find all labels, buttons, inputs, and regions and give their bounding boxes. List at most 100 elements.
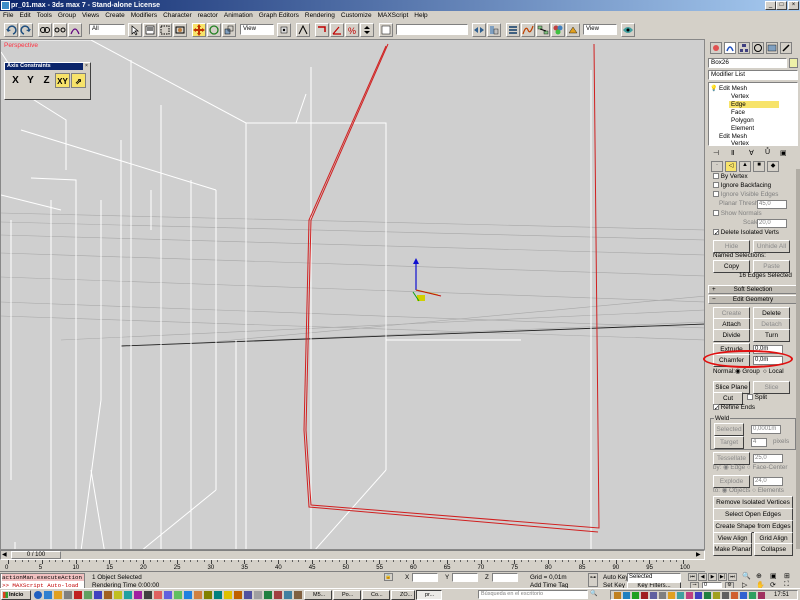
quick-launch-app14-icon[interactable] <box>194 591 202 599</box>
sub-object-edge-icon[interactable]: ◁ <box>725 161 737 172</box>
utilities-tab-icon[interactable] <box>780 42 792 54</box>
quick-launch-ie-icon[interactable] <box>34 591 42 599</box>
selection-filter-dropdown[interactable]: All <box>89 24 125 35</box>
axis-xy-flyout-icon[interactable]: ⇗ <box>71 73 86 88</box>
time-slider-thumb[interactable]: 0 / 100 <box>11 551 61 559</box>
axis-constraints-title[interactable]: Axis Constraints <box>5 63 90 70</box>
command-panel-scrollbar[interactable] <box>796 169 800 549</box>
lock-selection-icon[interactable]: 🔒 <box>384 573 393 581</box>
time-slider[interactable]: ◀ 0 / 100 ▶ <box>0 550 705 560</box>
quick-launch-app9-icon[interactable] <box>144 591 152 599</box>
object-name-field[interactable]: Box26 <box>708 58 787 68</box>
quick-launch-app4-icon[interactable] <box>94 591 102 599</box>
axis-constraints-close-icon[interactable]: × <box>83 63 90 70</box>
turn-button[interactable]: Turn <box>753 329 790 342</box>
quick-launch-app10-icon[interactable] <box>154 591 162 599</box>
quick-launch-app7-icon[interactable] <box>124 591 132 599</box>
quick-launch-app18-icon[interactable] <box>234 591 242 599</box>
by-vertex-checkbox[interactable]: By Vertex <box>713 173 748 180</box>
maxscript-listener[interactable]: actionMan.executeAction >> MAXScript Aut… <box>0 573 85 589</box>
select-by-name-icon[interactable] <box>143 23 157 37</box>
percent-snap-icon[interactable]: % <box>345 23 359 37</box>
go-to-start-icon[interactable]: ⏮ <box>688 573 697 581</box>
maximize-button[interactable]: □ <box>776 1 787 10</box>
stack-item-edit-mesh-2[interactable]: Edit Mesh <box>719 133 747 140</box>
quick-launch-app15-icon[interactable] <box>204 591 212 599</box>
soft-selection-rollout[interactable]: + Soft Selection <box>708 285 798 294</box>
scale-spinner[interactable]: 20,0 <box>757 219 787 228</box>
group-radio[interactable]: ◉ Group <box>735 368 760 375</box>
tray-icon-3[interactable] <box>632 592 639 599</box>
quick-launch-desktop-icon[interactable] <box>44 591 52 599</box>
menu-reactor[interactable]: reactor <box>195 11 221 21</box>
quick-launch-app17-icon[interactable] <box>224 591 232 599</box>
menu-tools[interactable]: Tools <box>34 11 55 21</box>
tray-icon-5[interactable] <box>650 592 657 599</box>
quick-launch-app5-icon[interactable] <box>104 591 112 599</box>
ref-coord-dropdown[interactable]: View <box>240 24 274 35</box>
perspective-viewport[interactable]: Perspective Axis Constraints × X Y Z XY … <box>0 39 705 550</box>
quick-launch-app19-icon[interactable] <box>244 591 252 599</box>
menu-modifiers[interactable]: Modifiers <box>128 11 160 21</box>
search-icon[interactable]: 🔍 <box>590 590 600 599</box>
tray-icon-7[interactable] <box>668 592 675 599</box>
material-editor-icon[interactable] <box>551 23 565 37</box>
quick-launch-app3-icon[interactable] <box>84 591 92 599</box>
task-zo[interactable]: ZO... <box>391 590 415 600</box>
prev-frame-icon[interactable]: ◀ <box>698 573 707 581</box>
axis-y-button[interactable]: Y <box>23 73 38 88</box>
radio-face-center-icon[interactable]: ○ <box>747 464 751 471</box>
pivot-center-icon[interactable] <box>277 23 291 37</box>
make-unique-icon[interactable]: ∀ <box>749 149 754 157</box>
refine-ends-checkbox[interactable]: ✓ Refine Ends <box>713 404 755 412</box>
minimize-button[interactable]: _ <box>765 1 776 10</box>
axis-z-button[interactable]: Z <box>39 73 54 88</box>
quick-launch-media-icon[interactable] <box>54 591 62 599</box>
tray-icon-4[interactable] <box>641 592 648 599</box>
menu-create[interactable]: Create <box>102 11 128 21</box>
time-slider-prev-icon[interactable]: ◀ <box>2 551 7 558</box>
menu-group[interactable]: Group <box>55 11 79 21</box>
quick-launch-app6-icon[interactable] <box>114 591 122 599</box>
tray-icon-15[interactable] <box>740 592 747 599</box>
y-coord-field[interactable] <box>452 573 478 582</box>
quick-launch-app2-icon[interactable] <box>74 591 82 599</box>
weld-selected-button[interactable]: Selected <box>714 423 744 436</box>
stack-item-polygon[interactable]: Polygon <box>731 117 754 124</box>
menu-views[interactable]: Views <box>79 11 102 21</box>
desktop-search-field[interactable]: Búsqueda en el escritorio <box>478 590 588 599</box>
tessellate-spinner[interactable]: 25,0 <box>753 454 783 463</box>
ignore-backfacing-checkbox[interactable]: Ignore Backfacing <box>713 182 771 189</box>
sub-object-vertex-icon[interactable]: · <box>711 161 723 172</box>
select-move-icon[interactable] <box>192 23 206 37</box>
modifier-list-dropdown[interactable]: Modifier List <box>708 70 798 80</box>
tray-icon-17[interactable] <box>758 592 765 599</box>
create-tab-icon[interactable] <box>710 42 722 54</box>
schematic-view-icon[interactable] <box>536 23 550 37</box>
object-color-swatch[interactable] <box>789 58 798 68</box>
ignore-visible-edges-checkbox[interactable]: Ignore Visible Edges <box>713 191 778 198</box>
axis-x-button[interactable]: X <box>8 73 23 88</box>
zoom-icon[interactable]: 🔍 <box>742 572 754 580</box>
planar-thresh-spinner[interactable]: 45,0 <box>757 200 787 209</box>
stack-item-vertex[interactable]: Vertex <box>731 93 749 100</box>
select-link-icon[interactable] <box>38 23 52 37</box>
select-manipulate-icon[interactable] <box>296 23 310 37</box>
menu-customize[interactable]: Customize <box>338 11 375 21</box>
stack-item-edge[interactable]: Edge <box>729 101 779 108</box>
quick-render-icon[interactable] <box>621 23 635 37</box>
layer-manager-icon[interactable] <box>506 23 520 37</box>
tray-icon-8[interactable] <box>677 592 684 599</box>
quick-launch-app12-icon[interactable] <box>174 591 182 599</box>
select-scale-icon[interactable] <box>222 23 236 37</box>
zoom-extents-icon[interactable]: ▣ <box>770 572 782 580</box>
radio-objects-icon[interactable]: ◉ <box>722 487 728 494</box>
rect-selection-icon[interactable] <box>158 23 172 37</box>
viewport-label[interactable]: Perspective <box>4 42 38 49</box>
quick-launch-app20-icon[interactable] <box>254 591 262 599</box>
track-bar[interactable]: 0 5 10 15 20 25 30 35 40 45 50 55 60 65 70 75 80 85 90 95 10… <box>0 560 705 572</box>
tray-icon-16[interactable] <box>749 592 756 599</box>
axis-xy-button[interactable]: XY <box>55 73 70 88</box>
configure-sets-icon[interactable]: ▣ <box>780 149 787 157</box>
task-co[interactable]: Co... <box>362 590 390 600</box>
